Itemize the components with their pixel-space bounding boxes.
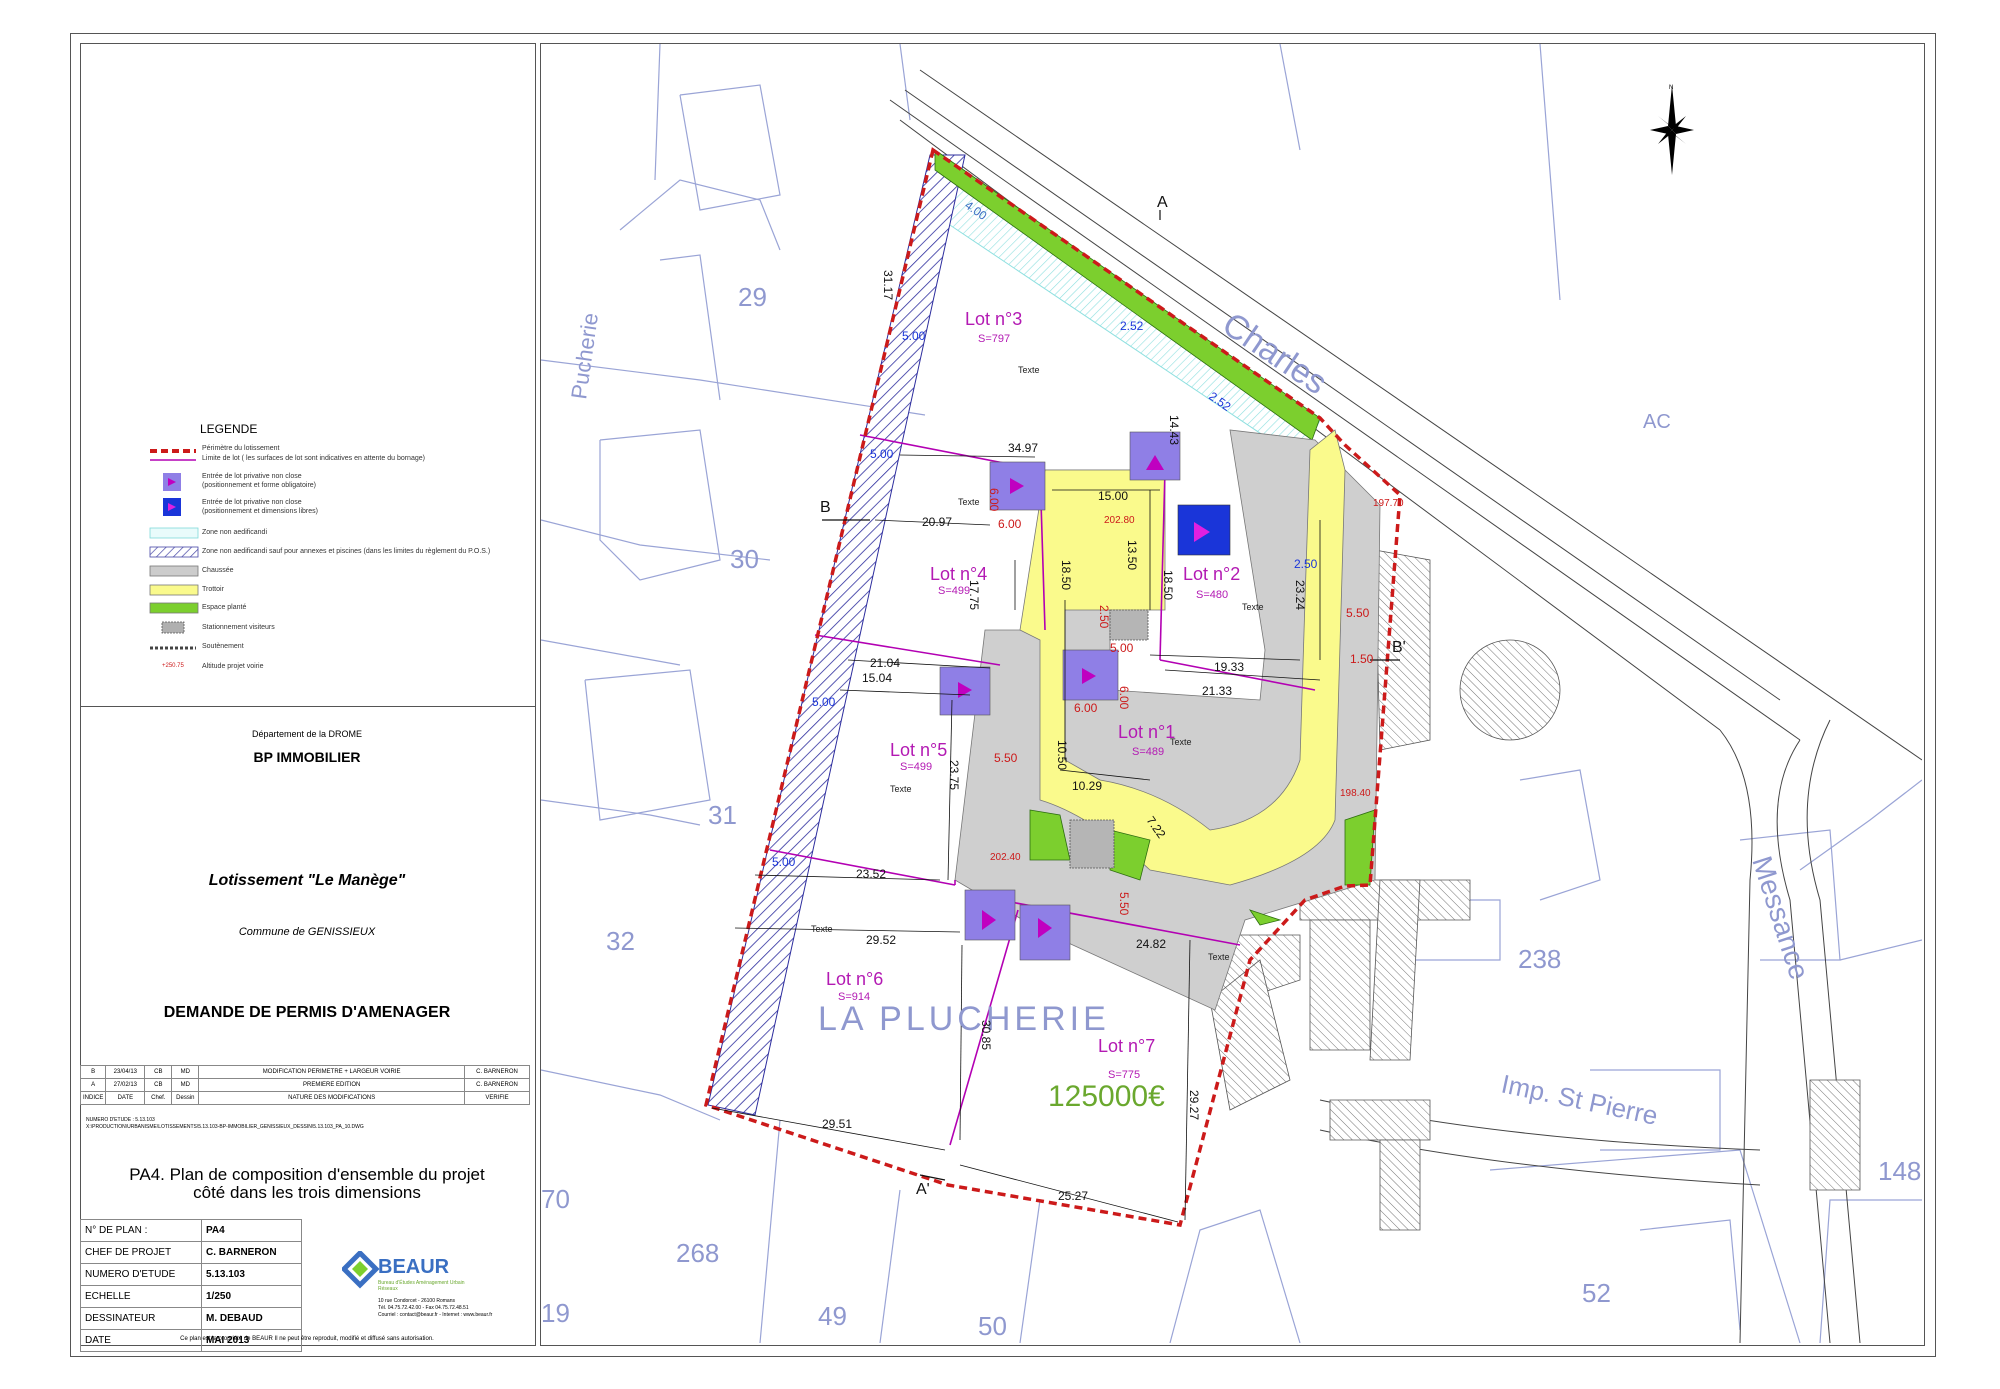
section-mark: B xyxy=(820,499,831,516)
lot-area: S=914 xyxy=(838,991,870,1003)
lot-area: S=489 xyxy=(1132,746,1164,758)
parcel-number: 30 xyxy=(730,544,759,574)
dimension-value: 5.50 xyxy=(1117,892,1131,916)
section-mark: B' xyxy=(1392,639,1406,656)
dimension-value: 14.43 xyxy=(1167,415,1181,445)
altitude-value: 198.40 xyxy=(1340,788,1371,799)
texte-label: Texte xyxy=(1170,737,1192,747)
stationnement-visiteurs xyxy=(1109,609,1149,641)
texte-label: Texte xyxy=(890,784,912,794)
parcel-number: 50 xyxy=(978,1311,1007,1341)
lot-area: S=499 xyxy=(938,585,970,597)
texte-label: Texte xyxy=(1208,952,1230,962)
espace-plante xyxy=(1344,809,1376,886)
dimension-value: 29.52 xyxy=(866,933,896,947)
lot-area: S=499 xyxy=(900,761,932,773)
parcel-number: 31 xyxy=(708,800,737,830)
dimension-value: 25.27 xyxy=(1058,1189,1088,1203)
dimension-value: 15.04 xyxy=(862,671,892,685)
lot-area: S=480 xyxy=(1196,589,1228,601)
dimension-value: 5.00 xyxy=(1110,641,1134,655)
lot-entry-violet xyxy=(964,889,1016,941)
road-messance xyxy=(1719,719,1861,1343)
dimension-value: 5.50 xyxy=(1346,606,1370,620)
dimension-value: 23.52 xyxy=(856,867,886,881)
texte-label: Texte xyxy=(811,924,833,934)
dimension-value: 5.00 xyxy=(902,329,926,343)
parcel-number: 29 xyxy=(738,282,767,312)
altitude-value: 202.40 xyxy=(990,852,1021,863)
dimension-value: 17.75 xyxy=(967,580,981,610)
texte-label: Texte xyxy=(1242,602,1264,612)
dimension-value: 19.33 xyxy=(1214,660,1244,674)
section-mark: A' xyxy=(916,1181,930,1198)
lot-name: Lot n°5 xyxy=(890,740,947,760)
dimension-value: 13.50 xyxy=(1125,540,1139,570)
dimension-value: 1.50 xyxy=(1350,652,1374,666)
section-mark: A xyxy=(1157,194,1168,211)
lot-name: Lot n°6 xyxy=(826,969,883,989)
dimension-value: 29.51 xyxy=(822,1117,852,1131)
north-arrow-icon xyxy=(1650,85,1694,175)
lot-name: Lot n°1 xyxy=(1118,722,1175,742)
dimension-value: 6.00 xyxy=(1074,701,1098,715)
lot-name: Lot n°7 xyxy=(1098,1036,1155,1056)
dimension-value: 29.27 xyxy=(1187,1090,1201,1120)
dimension-value: 31.17 xyxy=(881,270,895,300)
dimension-value: 10.29 xyxy=(1072,779,1102,793)
altitude-value: 197.70 xyxy=(1373,498,1404,509)
dimension-value: 23.75 xyxy=(947,760,961,790)
dimension-value: 21.04 xyxy=(870,656,900,670)
parcel-number: 268 xyxy=(676,1238,719,1268)
dimension-value: 18.50 xyxy=(1161,570,1175,600)
dimension-value: 5.00 xyxy=(812,695,836,709)
dimension-value: 24.82 xyxy=(1136,937,1166,951)
parcel-number: 49 xyxy=(818,1301,847,1331)
parcel-number: 32 xyxy=(606,926,635,956)
site-plan: N 29 30 31 32 238 268 49 50 52 148 70 19… xyxy=(541,44,1922,1343)
parcel-number: AC xyxy=(1643,411,1671,433)
parcel-number: 19 xyxy=(541,1298,570,1328)
lot7-price: 125000€ xyxy=(1048,1080,1165,1113)
altitude-value: 202.80 xyxy=(1104,515,1135,526)
dimension-value: 6.00 xyxy=(987,488,1001,512)
dimension-value: 2.50 xyxy=(1294,557,1318,571)
street-name: Messance xyxy=(1746,852,1815,983)
dimension-value: 20.97 xyxy=(922,515,952,529)
dimension-value: 5.00 xyxy=(772,855,796,869)
texte-label: Texte xyxy=(1018,365,1040,375)
lot-name: Lot n°3 xyxy=(965,309,1022,329)
street-name: Pucherie xyxy=(566,311,603,400)
dimension-value: 5.50 xyxy=(994,751,1018,765)
dimension-value: 15.00 xyxy=(1098,489,1128,503)
texte-label: Texte xyxy=(958,497,980,507)
dimension-value: 5.00 xyxy=(870,447,894,461)
dimension-value: 30.85 xyxy=(979,1020,993,1050)
stationnement-visiteurs xyxy=(1069,819,1115,869)
parcel-number: 52 xyxy=(1582,1278,1611,1308)
dimension-value: 23.24 xyxy=(1293,580,1307,610)
lot-area: S=797 xyxy=(978,333,1010,345)
parcel-number: 238 xyxy=(1518,944,1561,974)
street-name: LA PLUCHERIE xyxy=(818,1000,1110,1038)
dimension-value: 2.52 xyxy=(1120,319,1144,333)
dimension-value: 2.50 xyxy=(1097,605,1111,629)
dimension-value: 18.50 xyxy=(1059,560,1073,590)
espace-plante-strip xyxy=(934,149,1321,441)
dimension-value: 34.97 xyxy=(1008,441,1038,455)
north-label: N xyxy=(1669,85,1673,91)
dimension-value: 6.00 xyxy=(998,517,1022,531)
lot-name: Lot n°2 xyxy=(1183,564,1240,584)
dimension-value: 21.33 xyxy=(1202,684,1232,698)
parcel-number: 70 xyxy=(541,1184,570,1214)
street-name: Imp. St Pierre xyxy=(1499,1069,1661,1131)
dimension-value: 6.00 xyxy=(1117,686,1131,710)
parcel-number: 148 xyxy=(1878,1156,1921,1186)
dimension-value: 10.50 xyxy=(1055,740,1069,770)
